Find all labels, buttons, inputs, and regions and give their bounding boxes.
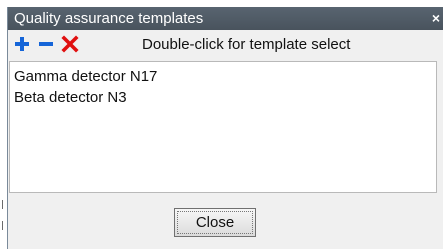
window-close-button[interactable]: × bbox=[430, 7, 442, 30]
quality-assurance-templates-dialog: Quality assurance templates × Double-cli… bbox=[7, 7, 443, 249]
delete-x-icon bbox=[61, 35, 79, 53]
delete-template-button[interactable] bbox=[59, 33, 81, 55]
plus-icon bbox=[15, 37, 29, 51]
background-mark bbox=[2, 221, 3, 230]
background-mark bbox=[2, 200, 3, 209]
close-button[interactable]: Close bbox=[174, 208, 256, 237]
dialog-title: Quality assurance templates bbox=[14, 10, 204, 27]
template-select-hint: Double-click for template select bbox=[142, 36, 351, 53]
list-item[interactable]: Gamma detector N17 bbox=[10, 66, 436, 87]
minus-icon bbox=[39, 42, 53, 46]
templates-toolbar: Double-click for template select bbox=[8, 30, 443, 60]
close-button-label: Close bbox=[195, 214, 235, 231]
add-template-button[interactable] bbox=[11, 33, 33, 55]
dialog-titlebar: Quality assurance templates × bbox=[8, 7, 443, 30]
close-icon: × bbox=[431, 10, 441, 26]
templates-list[interactable]: Gamma detector N17 Beta detector N3 bbox=[9, 61, 437, 193]
list-item[interactable]: Beta detector N3 bbox=[10, 87, 436, 108]
remove-template-button[interactable] bbox=[35, 33, 57, 55]
